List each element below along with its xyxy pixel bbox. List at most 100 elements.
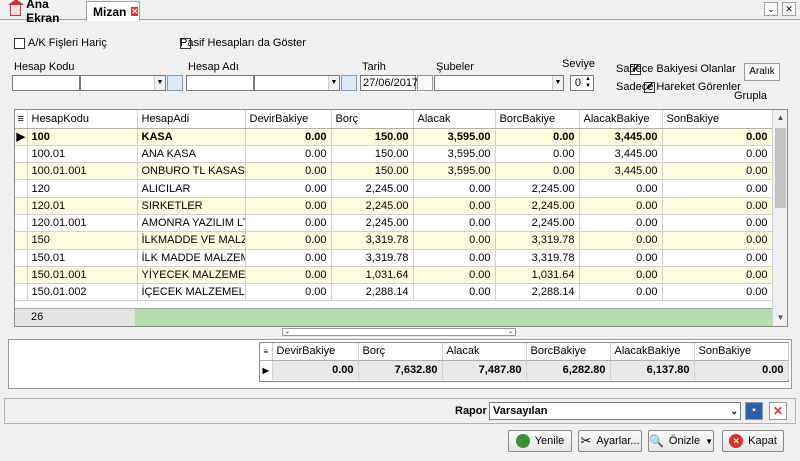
grid-cell[interactable]: 0.00: [413, 231, 496, 250]
hesap-adi-end-input[interactable]: ▼: [254, 75, 340, 91]
grid-cell[interactable]: 0.00: [579, 214, 663, 233]
column-header[interactable]: SonBakiye: [662, 110, 773, 129]
table-row[interactable]: ▶ 100 KASA 0.00 150.00 3,595.00 0.00 3,445.00 0.…: [15, 128, 773, 146]
grid-cell[interactable]: 0.00: [245, 266, 332, 285]
column-chooser-icon[interactable]: ≡: [260, 343, 273, 361]
vertical-scrollbar[interactable]: ▲ ▼: [772, 110, 787, 326]
table-row[interactable]: 150.01İLK MADDE MALZEME0.003,319.780.003…: [15, 249, 773, 267]
column-header[interactable]: Borç: [331, 110, 414, 129]
grid-cell[interactable]: 100.01.001: [27, 162, 138, 181]
grid-cell[interactable]: 0.00: [413, 249, 496, 267]
grid-cell[interactable]: 2,245.00: [331, 214, 414, 233]
grid-cell[interactable]: 0.00: [579, 266, 663, 285]
grid-cell[interactable]: 0.00: [245, 214, 332, 233]
column-header[interactable]: BorcBakiye: [495, 110, 580, 129]
table-row[interactable]: 100.01 ANA KASA 0.00 150.00 3,595.00 0.00 3,44…: [15, 145, 773, 164]
onizle-button[interactable]: 🔍 Önizle ▼: [648, 430, 714, 452]
table-row[interactable]: 100.01.001 ONBURO TL KASASI 0.00 150.00 3,59…: [15, 162, 773, 181]
grid-cell[interactable]: 0.00: [413, 266, 496, 285]
grid-cell[interactable]: İLK MADDE MALZEME: [137, 249, 246, 267]
grid-cell[interactable]: 120.01: [27, 197, 138, 215]
grid-cell[interactable]: ALICILAR: [137, 179, 246, 198]
scroll-thumb[interactable]: [775, 128, 786, 208]
splitter-handle[interactable]: ⌄ ⌄: [282, 328, 516, 336]
grid-cell[interactable]: 0.00: [245, 249, 332, 267]
grid-cell[interactable]: YİYECEK MALZEMELEF: [137, 266, 246, 285]
subeler-select[interactable]: ▼: [434, 75, 564, 91]
grid-cell[interactable]: 150: [27, 231, 138, 250]
grid-cell[interactable]: 100.01: [27, 145, 138, 164]
delete-icon[interactable]: ✕: [769, 402, 787, 420]
column-header[interactable]: DevirBakiye: [245, 110, 332, 129]
grid-cell[interactable]: 120.01.001: [27, 214, 138, 233]
grid-cell[interactable]: 0.00: [495, 128, 580, 146]
grid-cell[interactable]: 0.00: [413, 179, 496, 198]
grid-cell[interactable]: 2,245.00: [495, 214, 580, 233]
column-chooser-icon[interactable]: ≡: [15, 110, 28, 129]
chevron-down-icon[interactable]: ▼: [705, 437, 713, 446]
grid-cell[interactable]: 0.00: [662, 179, 773, 198]
table-row[interactable]: 150İLKMADDE VE MALZEM0.003,319.780.003,3…: [15, 231, 773, 250]
table-row[interactable]: 120.01.001AMONRA YAZILIM LTD0.002,245.00…: [15, 214, 773, 233]
search-icon[interactable]: [167, 75, 183, 91]
grid-cell[interactable]: 3,595.00: [413, 162, 496, 181]
grid-cell[interactable]: 1,031.64: [495, 266, 580, 285]
grid-cell[interactable]: 0.00: [662, 214, 773, 233]
grid-cell[interactable]: 2,245.00: [495, 197, 580, 215]
tarih-input[interactable]: 27/06/2017: [360, 75, 418, 91]
grid-cell[interactable]: 150.01: [27, 249, 138, 267]
column-header[interactable]: Alacak: [413, 110, 496, 129]
grid-cell[interactable]: AMONRA YAZILIM LTD: [137, 214, 246, 233]
grid-cell[interactable]: 0.00: [495, 162, 580, 181]
mizan-grid[interactable]: ≡ HesapKodu HesapAdi DevirBakiye Borç Al…: [14, 109, 788, 327]
chevron-down-icon[interactable]: ▼: [552, 76, 563, 90]
grid-cell[interactable]: ANA KASA: [137, 145, 246, 164]
grid-cell[interactable]: ONBURO TL KASASI: [137, 162, 246, 181]
calendar-icon[interactable]: [417, 75, 433, 91]
grid-cell[interactable]: İLKMADDE VE MALZEM: [137, 231, 246, 250]
grid-cell[interactable]: 0.00: [579, 231, 663, 250]
grid-cell[interactable]: 0.00: [245, 231, 332, 250]
grid-cell[interactable]: 3,319.78: [331, 249, 414, 267]
scroll-up-icon[interactable]: ▲: [775, 112, 786, 124]
grid-cell[interactable]: 3,445.00: [579, 162, 663, 181]
chevron-down-icon[interactable]: ⌄: [730, 403, 738, 419]
grid-cell[interactable]: 0.00: [245, 162, 332, 181]
column-header[interactable]: HesapKodu: [27, 110, 138, 129]
grid-cell[interactable]: 2,245.00: [331, 179, 414, 198]
grid-cell[interactable]: 3,445.00: [579, 128, 663, 146]
grid-cell[interactable]: 0.00: [245, 179, 332, 198]
column-header[interactable]: HesapAdi: [137, 110, 246, 129]
grid-cell[interactable]: 2,288.14: [331, 283, 414, 302]
grid-cell[interactable]: 0.00: [662, 162, 773, 181]
grid-cell[interactable]: 0.00: [413, 197, 496, 215]
grid-cell[interactable]: 0.00: [662, 249, 773, 267]
yenile-button[interactable]: Yenile: [508, 430, 572, 452]
grid-cell[interactable]: İÇECEK MALZEMELER: [137, 283, 246, 302]
grid-cell[interactable]: 3,319.78: [495, 249, 580, 267]
chevron-down-icon[interactable]: ⌄: [764, 2, 778, 16]
grid-cell[interactable]: 3,319.78: [495, 231, 580, 250]
kapat-button[interactable]: ✕ Kapat: [722, 430, 784, 452]
grid-cell[interactable]: 100: [27, 128, 138, 146]
scroll-down-icon[interactable]: ▼: [775, 312, 786, 324]
grid-cell[interactable]: 0.00: [579, 283, 663, 302]
table-row[interactable]: 150.01.001YİYECEK MALZEMELEF0.001,031.64…: [15, 266, 773, 285]
tab-mizan[interactable]: Mizan ✕: [86, 1, 140, 21]
ak-fisleri-checkbox[interactable]: [14, 38, 25, 49]
table-row[interactable]: 150.01.002İÇECEK MALZEMELER0.002,288.140…: [15, 283, 773, 302]
grid-cell[interactable]: 0.00: [662, 128, 773, 146]
close-tab-icon[interactable]: ✕: [131, 7, 139, 16]
grid-cell[interactable]: 0.00: [662, 283, 773, 302]
grid-cell[interactable]: 3,319.78: [331, 231, 414, 250]
rapor-select[interactable]: Varsayılan ⌄: [489, 402, 741, 420]
table-row[interactable]: 120.01 SIRKETLER 0.00 2,245.00 0.00 2,245.00 0…: [15, 197, 773, 215]
grid-cell[interactable]: 150.01.001: [27, 266, 138, 285]
grid-cell[interactable]: 2,245.00: [495, 179, 580, 198]
grid-cell[interactable]: 0.00: [413, 214, 496, 233]
grid-cell[interactable]: 150.00: [331, 128, 414, 146]
hesap-kodu-start-input[interactable]: [12, 75, 80, 91]
grid-cell[interactable]: 0.00: [662, 231, 773, 250]
grid-cell[interactable]: 150.00: [331, 145, 414, 164]
grid-cell[interactable]: 0.00: [245, 197, 332, 215]
